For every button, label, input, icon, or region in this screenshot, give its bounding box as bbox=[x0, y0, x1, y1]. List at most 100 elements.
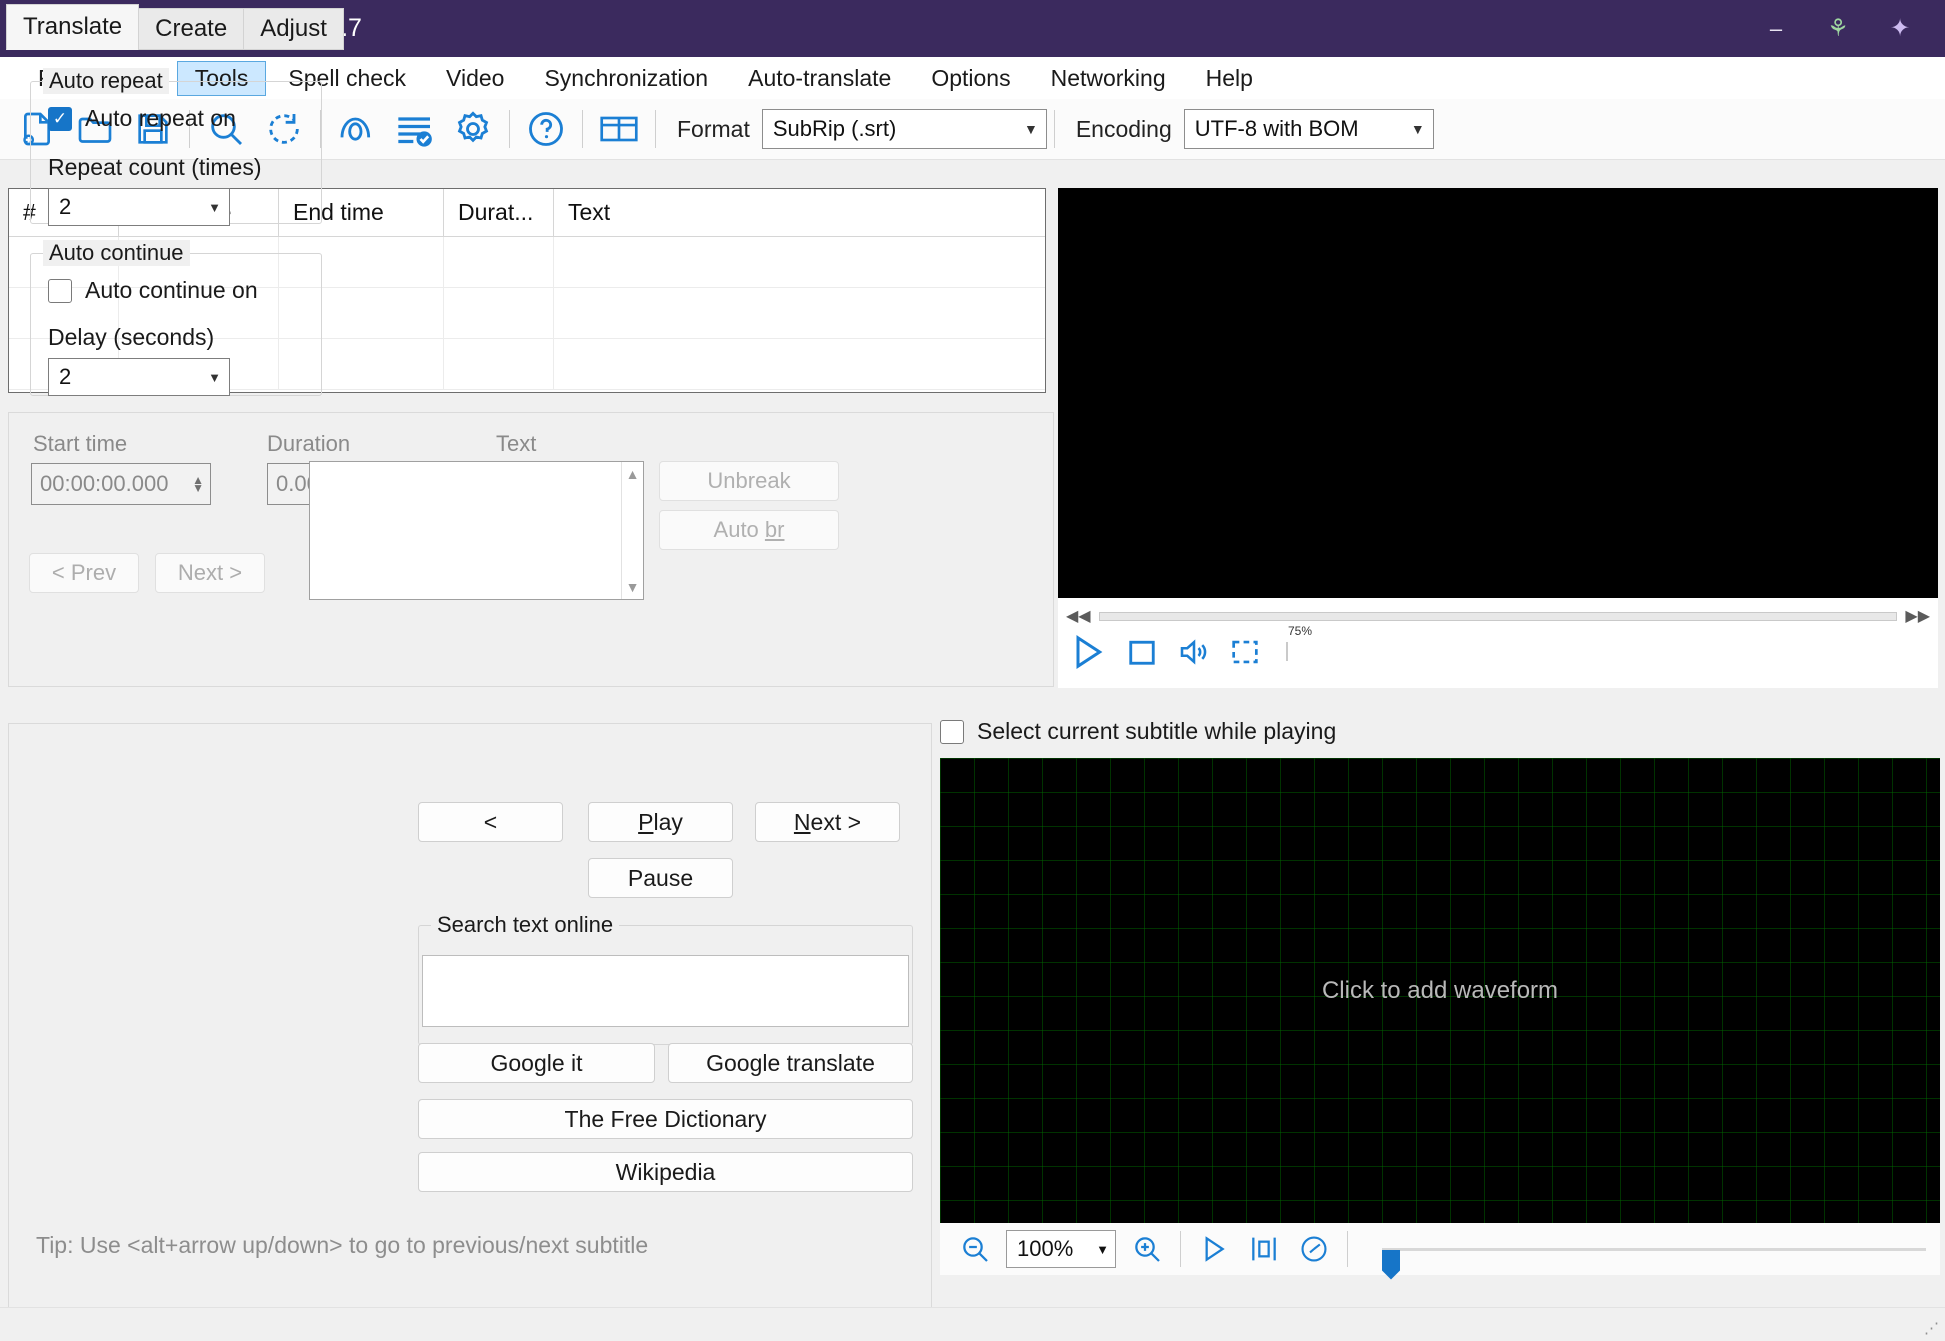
volume-track[interactable] bbox=[1286, 642, 1288, 661]
waveform-display[interactable]: Click to add waveform bbox=[940, 758, 1940, 1223]
menu-item-networking[interactable]: Networking bbox=[1033, 61, 1184, 96]
layout-icon[interactable] bbox=[590, 103, 648, 155]
scroll-down-icon[interactable]: ▼ bbox=[626, 579, 640, 595]
waveform-toolbar-separator bbox=[1347, 1231, 1348, 1267]
fullscreen-icon[interactable] bbox=[1228, 635, 1262, 669]
table-cell bbox=[444, 288, 554, 338]
tab-create[interactable]: Create bbox=[138, 8, 245, 50]
encoding-dropdown[interactable]: UTF-8 with BOM ▼ bbox=[1183, 109, 1434, 149]
chevron-down-icon: ▼ bbox=[1410, 121, 1425, 137]
tab-adjust[interactable]: Adjust bbox=[243, 8, 344, 50]
menu-item-synchronization[interactable]: Synchronization bbox=[526, 61, 726, 96]
auto-repeat-checkbox[interactable]: ✓ bbox=[48, 106, 72, 131]
scroll-up-icon[interactable]: ▲ bbox=[626, 466, 640, 482]
zoom-out-icon[interactable] bbox=[950, 1227, 1000, 1271]
waveform-play-icon[interactable] bbox=[1189, 1227, 1239, 1271]
play-button[interactable]: Play bbox=[588, 802, 733, 842]
previous-button[interactable]: < bbox=[418, 802, 563, 842]
waveform-slider-track[interactable] bbox=[1382, 1247, 1926, 1251]
play-button-label: Play bbox=[638, 808, 683, 835]
table-cell bbox=[554, 288, 1045, 338]
unbreak-button[interactable]: Unbreak bbox=[659, 461, 839, 501]
free-dictionary-button[interactable]: The Free Dictionary bbox=[418, 1099, 913, 1139]
minimize-button[interactable]: – bbox=[1745, 0, 1807, 57]
subtitle-edit-panel: Start time Duration Text 00:00:00.000 ▲ ▼… bbox=[8, 412, 1054, 687]
volume-slider[interactable]: 75% bbox=[1286, 624, 1402, 661]
menu-item-video[interactable]: Video bbox=[428, 61, 522, 96]
resize-grip-icon[interactable]: ⋰ bbox=[1924, 1319, 1939, 1337]
video-seek-row[interactable]: ◀◀ ▶▶ bbox=[1058, 604, 1938, 628]
next-button[interactable]: Next > bbox=[755, 802, 900, 842]
fast-forward-icon[interactable]: ▶▶ bbox=[1905, 606, 1930, 626]
video-preview[interactable] bbox=[1058, 188, 1938, 598]
prev-subtitle-button[interactable]: < Prev bbox=[29, 553, 139, 593]
zoom-in-icon[interactable] bbox=[1122, 1227, 1172, 1271]
delay-seconds-dropdown[interactable]: 2 ▼ bbox=[48, 358, 230, 396]
google-translate-button[interactable]: Google translate bbox=[668, 1043, 913, 1083]
auto-br-button[interactable]: Auto br bbox=[659, 510, 839, 550]
select-subtitle-while-playing-row[interactable]: Select current subtitle while playing bbox=[940, 718, 1336, 745]
text-scrollbar[interactable]: ▲ ▼ bbox=[621, 462, 643, 599]
waveform-hint-text: Click to add waveform bbox=[1321, 976, 1559, 1004]
center-icon[interactable] bbox=[1239, 1227, 1289, 1271]
next-button-label: Next > bbox=[793, 808, 862, 835]
stop-icon[interactable] bbox=[1124, 634, 1160, 670]
auto-continue-checkbox-row[interactable]: Auto continue on bbox=[48, 277, 258, 304]
auto-repeat-checkbox-row[interactable]: ✓ Auto repeat on bbox=[48, 105, 236, 132]
pause-button[interactable]: Pause bbox=[588, 858, 733, 898]
format-label: Format bbox=[677, 115, 750, 142]
menu-item-auto-translate[interactable]: Auto-translate bbox=[730, 61, 909, 96]
chevron-down-icon: ▼ bbox=[208, 199, 221, 215]
chevron-down-icon: ▼ bbox=[1023, 121, 1038, 137]
waveform-zoom-value: 100% bbox=[1017, 1236, 1074, 1261]
waveform-position-slider[interactable] bbox=[1382, 1247, 1926, 1280]
waveform-zoom-dropdown[interactable]: 100% ▼ bbox=[1006, 1230, 1116, 1268]
select-subtitle-while-playing-checkbox[interactable] bbox=[940, 719, 964, 744]
playback-speed-icon[interactable] bbox=[1289, 1227, 1339, 1271]
text-label: Text bbox=[496, 431, 537, 456]
waveform-slider-thumb[interactable] bbox=[1382, 1249, 1400, 1280]
volume-icon[interactable] bbox=[1176, 634, 1212, 670]
start-time-label: Start time bbox=[33, 431, 128, 456]
column-header-duration[interactable]: Durat... bbox=[444, 189, 554, 237]
help-icon[interactable] bbox=[517, 103, 575, 155]
toolbar-separator bbox=[582, 110, 583, 148]
extension-puzzle-icon[interactable]: ⚘ bbox=[1807, 0, 1869, 57]
next-subtitle-button[interactable]: Next > bbox=[155, 553, 265, 593]
table-cell bbox=[554, 339, 1045, 389]
menu-item-options[interactable]: Options bbox=[913, 61, 1028, 96]
spell-check-icon[interactable] bbox=[328, 103, 386, 155]
play-icon[interactable] bbox=[1068, 632, 1108, 672]
video-controls-bar: ◀◀ ▶▶ 75% bbox=[1058, 598, 1938, 688]
copilot-sparkle-icon[interactable]: ✦ bbox=[1869, 0, 1931, 57]
auto-br-label: Auto br bbox=[713, 517, 785, 542]
chevron-down-icon: ▼ bbox=[1096, 1241, 1109, 1257]
waveform-toolbar: 100% ▼ bbox=[940, 1223, 1940, 1280]
start-time-stepper[interactable]: 00:00:00.000 ▲ ▼ bbox=[31, 463, 211, 505]
video-buttons-row: 75% bbox=[1068, 624, 1402, 672]
tip-text: Tip: Use <alt+arrow up/down> to go to pr… bbox=[36, 1232, 649, 1258]
settings-gear-icon[interactable] bbox=[444, 103, 502, 155]
wikipedia-button[interactable]: Wikipedia bbox=[418, 1152, 913, 1192]
subtitle-text-input[interactable]: ▲ ▼ bbox=[309, 461, 644, 600]
format-value: SubRip (.srt) bbox=[772, 116, 897, 141]
rewind-icon[interactable]: ◀◀ bbox=[1066, 606, 1091, 626]
tab-translate[interactable]: Translate bbox=[6, 4, 140, 50]
status-bar: ⋰ bbox=[0, 1307, 1945, 1341]
start-time-value: 00:00:00.000 bbox=[40, 471, 169, 496]
auto-continue-checkbox[interactable] bbox=[48, 278, 72, 303]
stepper-arrows-icon[interactable]: ▲▼ bbox=[192, 474, 210, 494]
menu-item-help[interactable]: Help bbox=[1188, 61, 1271, 96]
auto-continue-group-title: Auto continue bbox=[43, 240, 190, 266]
toolbar-separator bbox=[1053, 110, 1055, 148]
google-it-button[interactable]: Google it bbox=[418, 1043, 655, 1083]
search-text-input[interactable] bbox=[422, 955, 909, 1027]
fix-common-errors-icon[interactable] bbox=[386, 103, 444, 155]
repeat-count-value: 2 bbox=[59, 194, 72, 219]
auto-continue-checkbox-label: Auto continue on bbox=[85, 277, 258, 303]
format-dropdown[interactable]: SubRip (.srt) ▼ bbox=[761, 109, 1047, 149]
repeat-count-dropdown[interactable]: 2 ▼ bbox=[48, 188, 230, 226]
video-seek-slider[interactable] bbox=[1098, 611, 1898, 621]
encoding-value: UTF-8 with BOM bbox=[1194, 116, 1359, 141]
column-header-text[interactable]: Text bbox=[554, 189, 1045, 237]
